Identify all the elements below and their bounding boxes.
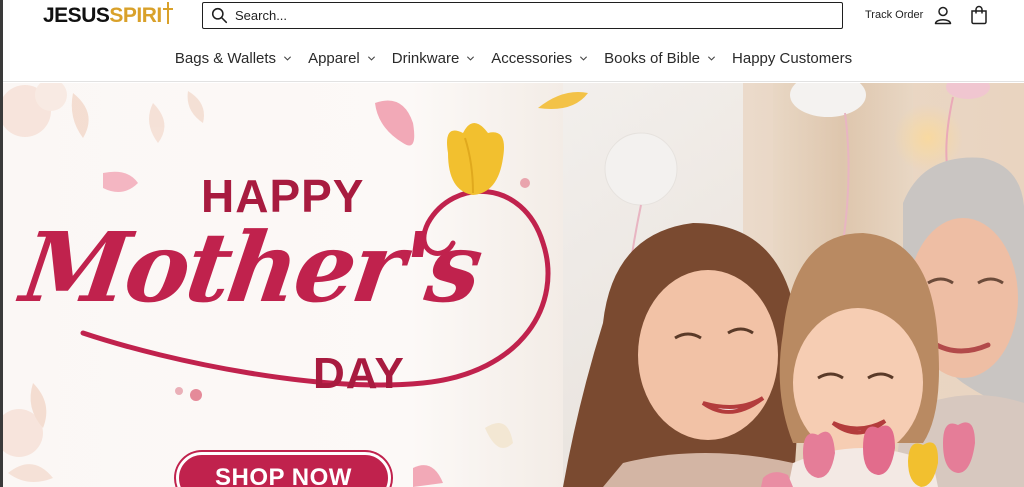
nav-item-label: Bags & Wallets (174, 50, 277, 67)
nav-item-apparel[interactable]: Apparel (300, 46, 384, 71)
cross-icon (162, 2, 173, 24)
nav-item-label: Books of Bible (604, 50, 701, 67)
chevron-down-icon (467, 56, 475, 61)
cart-icon[interactable] (969, 5, 989, 25)
hero-family-photo (563, 83, 1024, 487)
nav-item-books-of-bible[interactable]: Books of Bible (596, 46, 724, 71)
nav-item-drinkware[interactable]: Drinkware (384, 46, 484, 71)
nav-item-accessories[interactable]: Accessories (483, 46, 596, 71)
site-header: JESUSSPIRI Track Order Bags & Wallets Ap… (3, 0, 1024, 82)
nav-item-label: Apparel (308, 50, 360, 67)
nav-item-label: Drinkware (391, 50, 460, 67)
chevron-down-icon (707, 56, 716, 61)
nav-item-happy-customers[interactable]: Happy Customers (724, 46, 860, 71)
search-bar[interactable] (202, 2, 843, 29)
chevron-down-icon (580, 56, 588, 61)
nav-item-bags-wallets[interactable]: Bags & Wallets (167, 46, 300, 71)
mother (563, 223, 803, 487)
main-nav: Bags & Wallets Apparel Drinkware Accesso… (3, 46, 1024, 71)
chevron-down-icon (284, 56, 292, 61)
site-logo[interactable]: JESUS SPIRI (43, 2, 173, 29)
nav-item-label: Accessories (491, 50, 573, 67)
search-icon (211, 7, 228, 24)
search-input[interactable] (235, 8, 815, 23)
logo-text-jesus: JESUS (43, 4, 110, 27)
hero-banner[interactable]: HAPPY Mother's DAY SHOP NOW (3, 83, 1024, 487)
nav-item-label: Happy Customers (732, 50, 853, 67)
track-order-link[interactable]: Track Order (865, 9, 923, 21)
shop-now-button[interactable]: SHOP NOW (176, 452, 391, 487)
logo-text-spirit: SPIRI (109, 4, 162, 27)
chevron-down-icon (367, 56, 375, 61)
account-icon[interactable] (933, 5, 953, 25)
